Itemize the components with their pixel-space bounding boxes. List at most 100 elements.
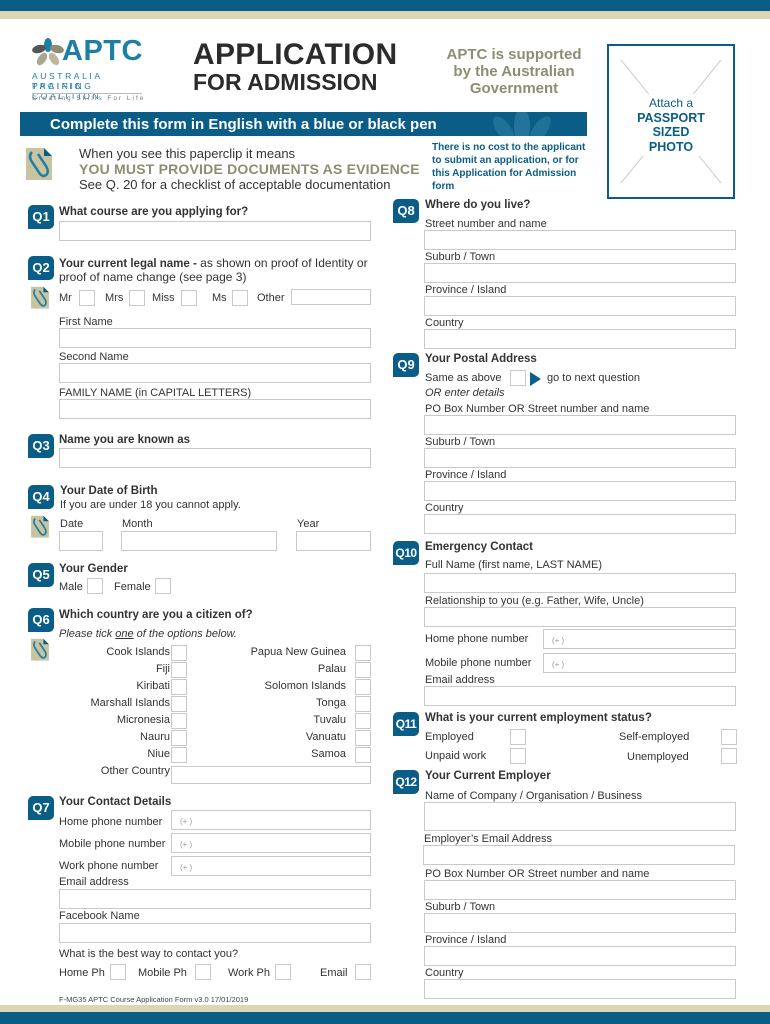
or-enter-details-label: OR enter details — [425, 387, 505, 399]
employer-pobox-label: PO Box Number OR Street number and name — [425, 868, 650, 880]
employer-pobox-input[interactable] — [424, 880, 736, 900]
same-as-above-checkbox[interactable] — [510, 370, 526, 386]
country-checkbox-cook-islands[interactable] — [171, 645, 187, 661]
title-mr-checkbox[interactable] — [79, 290, 95, 306]
family-name-input[interactable] — [59, 399, 371, 419]
home-phone-input[interactable]: (+ ) — [171, 810, 371, 830]
emergency-home-phone-input[interactable]: (+ ) — [543, 629, 736, 649]
emergency-email-input[interactable] — [424, 686, 736, 706]
country-checkbox-fiji[interactable] — [171, 662, 187, 678]
contact-home-checkbox[interactable] — [110, 964, 126, 980]
contact-work-checkbox[interactable] — [275, 964, 291, 980]
country-checkbox-tonga[interactable] — [355, 696, 371, 712]
other-country-input[interactable] — [171, 766, 371, 784]
contact-mobile-checkbox[interactable] — [195, 964, 211, 980]
emergency-email-label: Email address — [425, 674, 495, 686]
second-name-input[interactable] — [59, 363, 371, 383]
country-checkbox-samoa[interactable] — [355, 747, 371, 763]
emergency-name-input[interactable] — [424, 573, 736, 593]
title-mrs-checkbox[interactable] — [129, 290, 145, 306]
self-employed-label: Self-employed — [619, 731, 690, 743]
mobile-phone-input[interactable]: (+ ) — [171, 833, 371, 853]
home-phone-label: Home phone number — [59, 816, 163, 828]
postal-suburb-input[interactable] — [424, 448, 736, 468]
dob-date-label: Date — [60, 518, 84, 530]
photo-line-1: Attach a — [648, 96, 694, 110]
dob-year-input[interactable] — [296, 531, 371, 551]
country-checkbox-niue[interactable] — [171, 747, 187, 763]
q4-badge: Q4 — [28, 485, 54, 509]
country-label: Papua New Guinea — [250, 646, 346, 658]
gender-male-label: Male — [59, 581, 83, 593]
country-label: Tonga — [316, 697, 346, 709]
country-checkbox-vanuatu[interactable] — [355, 730, 371, 746]
q7-badge: Q7 — [28, 796, 54, 820]
cost-line-2: to submit an application, or for — [432, 155, 579, 166]
bottom-bar — [0, 1012, 770, 1024]
facebook-input[interactable] — [59, 923, 371, 943]
country-label: Micronesia — [116, 714, 170, 726]
flower-logo-icon — [32, 38, 64, 66]
employer-name-label: Name of Company / Organisation / Busines… — [425, 790, 643, 802]
employer-province-input[interactable] — [424, 946, 736, 966]
province-input[interactable] — [424, 296, 736, 316]
country-checkbox-micronesia[interactable] — [171, 713, 187, 729]
dob-month-input[interactable] — [121, 531, 277, 551]
other-country-label: Other Country — [100, 765, 170, 777]
passport-photo-box[interactable]: Attach a PASSPORT SIZED PHOTO — [607, 44, 735, 199]
employed-checkbox[interactable] — [510, 729, 526, 745]
support-line-1: APTC is supported — [446, 46, 582, 63]
country-checkbox-nauru[interactable] — [171, 730, 187, 746]
mobile-phone-label: Mobile phone number — [59, 838, 166, 850]
country-checkbox-marshall-islands[interactable] — [171, 696, 187, 712]
title-miss-checkbox[interactable] — [181, 290, 197, 306]
contact-email-checkbox[interactable] — [355, 964, 371, 980]
country-checkbox-palau[interactable] — [355, 662, 371, 678]
unemployed-checkbox[interactable] — [721, 748, 737, 764]
gender-female-checkbox[interactable] — [155, 578, 171, 594]
suburb-input[interactable] — [424, 263, 736, 283]
employer-email-label: Employer’s Email Address — [424, 833, 552, 845]
country-input[interactable] — [424, 329, 736, 349]
employer-suburb-input[interactable] — [424, 913, 736, 933]
cost-line-3: this Application for Admission — [432, 168, 577, 179]
work-phone-input[interactable]: (+ ) — [171, 856, 371, 876]
country-list-right: Papua New Guinea Palau Solomon Islands T… — [200, 646, 346, 765]
employer-name-input[interactable] — [424, 802, 736, 831]
title-ms-checkbox[interactable] — [232, 290, 248, 306]
email-input[interactable] — [59, 889, 371, 909]
dob-date-input[interactable] — [59, 531, 103, 551]
photo-line-2: PASSPORT — [637, 110, 705, 125]
country-checkbox-tuvalu[interactable] — [355, 713, 371, 729]
self-employed-checkbox[interactable] — [721, 729, 737, 745]
unpaid-work-checkbox[interactable] — [510, 748, 526, 764]
first-name-input[interactable] — [59, 328, 371, 348]
gender-male-checkbox[interactable] — [87, 578, 103, 594]
contact-home-label: Home Ph — [59, 967, 105, 979]
support-line-3: Government — [469, 80, 559, 97]
unpaid-work-label: Unpaid work — [425, 750, 487, 762]
emergency-name-label: Full Name (first name, LAST NAME) — [425, 559, 603, 571]
country-checkbox-papua-new-guinea[interactable] — [355, 645, 371, 661]
course-input[interactable] — [59, 221, 371, 241]
postal-country-input[interactable] — [424, 514, 736, 534]
employer-email-input[interactable] — [423, 845, 735, 865]
postal-pobox-input[interactable] — [424, 415, 736, 435]
q5-badge: Q5 — [28, 563, 54, 587]
relationship-input[interactable] — [424, 607, 736, 627]
emergency-mobile-phone-input[interactable]: (+ ) — [543, 653, 736, 673]
contact-mobile-label: Mobile Ph — [138, 967, 187, 979]
facebook-label: Facebook Name — [59, 910, 140, 922]
country-checkbox-solomon-islands[interactable] — [355, 679, 371, 695]
postal-province-input[interactable] — [424, 481, 736, 501]
title-other-input[interactable] — [291, 289, 371, 305]
second-name-label: Second Name — [59, 351, 129, 363]
employer-country-input[interactable] — [424, 979, 736, 999]
country-label: Solomon Islands — [264, 680, 346, 692]
country-label: Samoa — [311, 748, 346, 760]
known-as-input[interactable] — [59, 448, 371, 468]
country-checkbox-kiribati[interactable] — [171, 679, 187, 695]
q6-instr-one: one — [115, 628, 134, 640]
street-input[interactable] — [424, 230, 736, 250]
banner-text: Complete this form in English with a blu… — [50, 116, 437, 133]
